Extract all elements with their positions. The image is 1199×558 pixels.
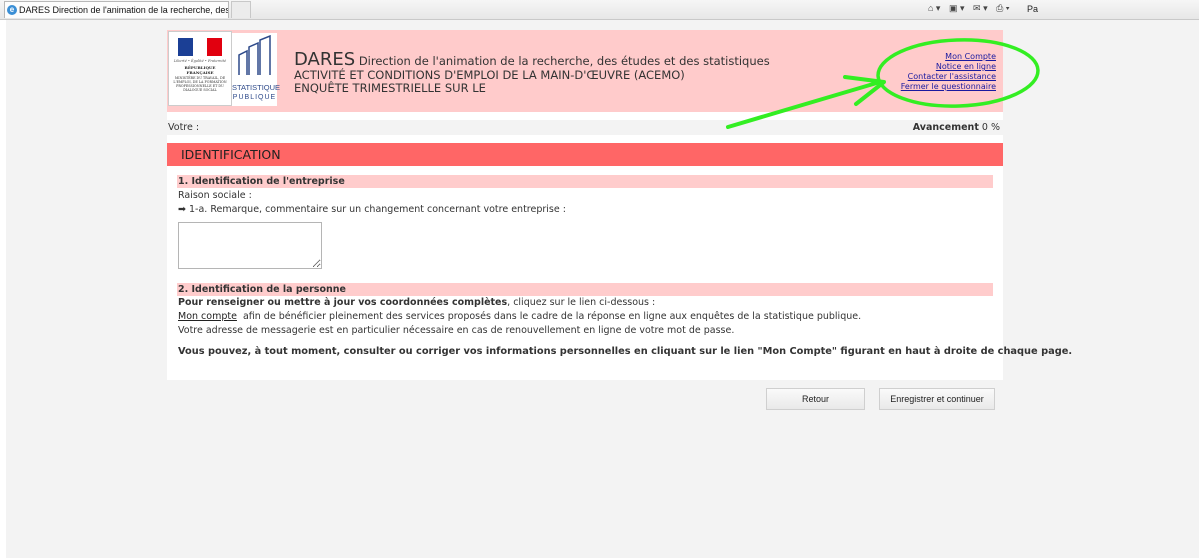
coordonnees-intro: Pour renseigner ou mettre à jour vos coo… — [178, 297, 655, 308]
retour-button[interactable]: Retour — [766, 388, 865, 410]
close-questionnaire-link[interactable]: Fermer le questionnaire — [901, 82, 996, 92]
home-icon[interactable]: ⌂ ▾ — [928, 3, 940, 13]
mon-compte-description: afin de bénéficier pleinement des servic… — [242, 311, 862, 322]
new-tab-button[interactable] — [231, 1, 251, 18]
feeds-icon[interactable]: ▣ ▾ — [949, 3, 965, 13]
dares-acronym: DARES — [294, 49, 356, 70]
browser-tab-bar: e DARES Direction de l'animation de la r… — [0, 0, 1199, 20]
window-left-edge — [0, 0, 6, 558]
gov-motto: Liberté • Égalité • Fraternité — [173, 59, 227, 63]
page-header: Liberté • Égalité • Fraternité RÉPUBLIQU… — [167, 30, 1003, 112]
question-1a-label: ➡ 1-a. Remarque, commentaire sur un chan… — [178, 204, 566, 215]
mail-icon[interactable]: ✉ ▾ — [973, 3, 988, 13]
avancement-value: 0 % — [981, 122, 1000, 133]
ie-icon: e — [7, 5, 17, 15]
republique-francaise-logo: Liberté • Égalité • Fraternité RÉPUBLIQU… — [168, 31, 232, 106]
survey-container: Liberté • Égalité • Fraternité RÉPUBLIQU… — [167, 30, 1072, 380]
subsection-entreprise-title: 1. Identification de l'entreprise — [177, 175, 993, 188]
print-icon[interactable]: ⎙ ▾ — [996, 3, 1009, 13]
mon-compte-line: Mon compte afin de bénéficier pleinement … — [178, 311, 861, 322]
email-note: Votre adresse de messagerie est en parti… — [178, 325, 735, 336]
comment-textarea[interactable] — [178, 222, 322, 269]
survey-name: ACTIVITÉ ET CONDITIONS D'EMPLOI DE LA MA… — [294, 68, 685, 82]
french-flag-icon — [178, 38, 222, 56]
header-links: Mon Compte Notice en ligne Contacter l'a… — [901, 52, 996, 92]
section-title: IDENTIFICATION — [181, 147, 281, 162]
save-continue-button[interactable]: Enregistrer et continuer — [879, 388, 995, 410]
page-menu[interactable]: Pa — [1027, 4, 1038, 14]
gov-ministry-label: MINISTÈRE DU TRAVAIL, DE L'EMPLOI, DE LA… — [173, 76, 227, 92]
bold-note: Vous pouvez, à tout moment, consulter ou… — [178, 346, 1073, 357]
notice-link[interactable]: Notice en ligne — [901, 62, 996, 72]
raison-sociale-label: Raison sociale : — [178, 190, 252, 201]
votre-label: Votre : — [168, 122, 200, 133]
stat-logo-line1: STATISTIQUE — [232, 83, 281, 92]
section-title-bar: IDENTIFICATION — [167, 143, 1003, 166]
browser-tab[interactable]: e DARES Direction de l'animation de la r… — [4, 1, 229, 18]
browser-tab-title: DARES Direction de l'animation de la rec… — [19, 5, 229, 15]
subsection-personne-title: 2. Identification de la personne — [177, 283, 993, 296]
stat-logo-line2: PUBLIQUE — [232, 94, 277, 101]
gov-republic-label: RÉPUBLIQUE FRANÇAISE — [184, 65, 216, 75]
contact-assistance-link[interactable]: Contacter l'assistance — [901, 72, 996, 82]
statistique-publique-logo: STATISTIQUE PUBLIQUE — [232, 33, 281, 106]
dares-direction: Direction de l'animation de la recherche… — [358, 54, 770, 68]
avancement-label: Avancement — [912, 122, 979, 133]
stat-bars-icon — [238, 35, 271, 75]
mon-compte-body-link[interactable]: Mon compte — [178, 311, 237, 322]
browser-command-bar: ⌂ ▾ ▣ ▾ ✉ ▾ ⎙ ▾ — [928, 3, 1016, 14]
mon-compte-link[interactable]: Mon Compte — [901, 52, 996, 62]
coordonnees-intro-rest: , cliquez sur le lien ci-dessous : — [507, 297, 656, 308]
status-bar: Votre : Avancement 0 % — [167, 120, 1003, 135]
header-title: DARES Direction de l'animation de la rec… — [294, 49, 770, 70]
progress-indicator: Avancement 0 % — [913, 120, 1000, 135]
coordonnees-intro-bold: Pour renseigner ou mettre à jour vos coo… — [178, 297, 508, 308]
survey-subtitle: ENQUÊTE TRIMESTRIELLE SUR LE — [294, 81, 486, 95]
